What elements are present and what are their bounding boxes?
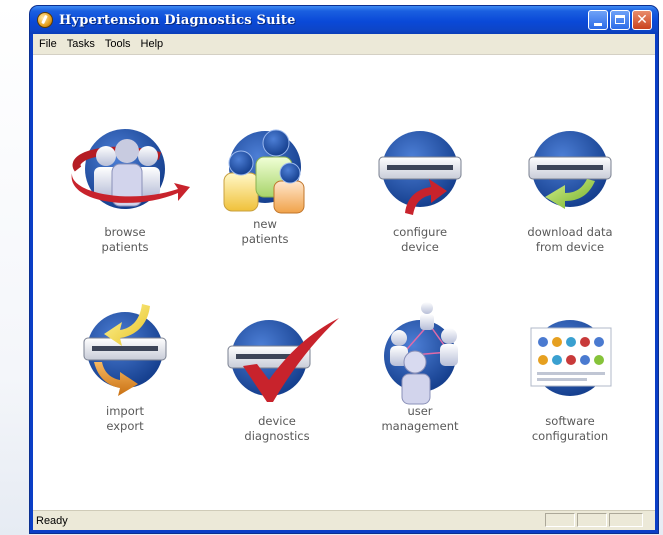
- new-patients-icon: [223, 129, 305, 214]
- browse-patients-button[interactable]: browse patients: [70, 121, 190, 255]
- status-panel-2: [577, 513, 607, 527]
- device-diagnostics-label: device diagnostics: [244, 414, 310, 443]
- configure-device-button[interactable]: configure device: [365, 121, 475, 255]
- menu-bar: File Tasks Tools Help: [33, 34, 655, 55]
- download-data-label: download data from device: [527, 225, 613, 254]
- download-data-button[interactable]: download data from device: [515, 121, 625, 255]
- user-management-icon: [384, 302, 458, 405]
- device-diagnostics-button[interactable]: device diagnostics: [222, 310, 339, 444]
- minimize-button[interactable]: [588, 10, 608, 30]
- maximize-icon: [615, 15, 625, 24]
- close-icon: ✕: [636, 12, 648, 28]
- menu-tools[interactable]: Tools: [101, 38, 135, 50]
- browse-patients-label: browse patients: [101, 225, 149, 254]
- device-diagnostics-icon: [227, 318, 339, 402]
- main-panel: browse patients new patients configure d…: [33, 55, 655, 511]
- menu-file[interactable]: File: [35, 38, 61, 50]
- user-management-label: user management: [381, 404, 459, 433]
- configure-device-icon: [378, 131, 462, 215]
- status-panel-3: [609, 513, 643, 527]
- maximize-button[interactable]: [610, 10, 630, 30]
- status-panel-1: [545, 513, 575, 527]
- app-icon[interactable]: [37, 12, 53, 28]
- software-configuration-label: software configuration: [531, 414, 609, 443]
- import-export-icon: [83, 304, 167, 396]
- status-bar: Ready: [33, 510, 655, 530]
- close-button[interactable]: ✕: [632, 10, 652, 30]
- software-configuration-button[interactable]: software configuration: [515, 310, 625, 444]
- download-data-icon: [528, 131, 612, 209]
- user-management-button[interactable]: user management: [365, 300, 475, 434]
- new-patients-label: new patients: [241, 217, 289, 246]
- new-patients-button[interactable]: new patients: [210, 121, 320, 247]
- import-export-button[interactable]: import export: [70, 300, 180, 434]
- app-window: Hypertension Diagnostics Suite ✕ File Ta…: [30, 6, 658, 533]
- title-bar[interactable]: Hypertension Diagnostics Suite ✕: [30, 6, 658, 34]
- software-configuration-icon: [530, 320, 612, 396]
- import-export-label: import export: [106, 404, 144, 433]
- configure-device-label: configure device: [392, 225, 448, 254]
- minimize-icon: [594, 23, 602, 26]
- menu-help[interactable]: Help: [137, 38, 168, 50]
- window-title: Hypertension Diagnostics Suite: [59, 12, 296, 28]
- menu-tasks[interactable]: Tasks: [63, 38, 99, 50]
- status-text: Ready: [36, 514, 68, 527]
- browse-patients-icon: [71, 129, 190, 209]
